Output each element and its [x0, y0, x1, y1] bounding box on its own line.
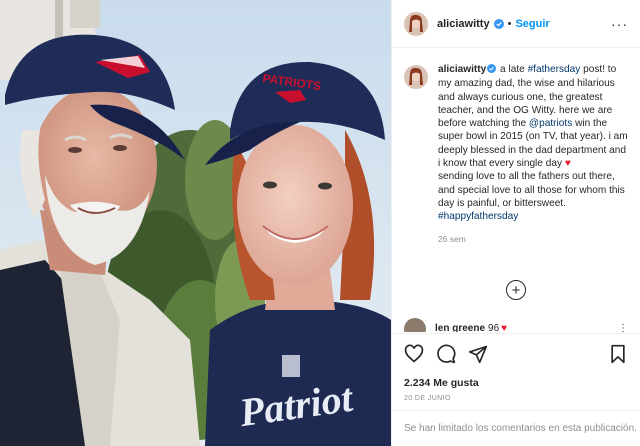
- commenter-avatar[interactable]: [404, 318, 426, 332]
- comments-limited-notice: Se han limitado los comentarios en esta …: [392, 410, 640, 446]
- verified-badge-icon: [487, 64, 497, 77]
- caption-timestamp: 26 sem: [438, 233, 466, 244]
- comment-more-icon[interactable]: ⋮: [618, 323, 628, 333]
- post-photo[interactable]: Patriot PATRIOTS: [0, 0, 391, 446]
- author-username[interactable]: aliciawitty: [437, 18, 490, 30]
- separator-dot: •: [507, 17, 512, 30]
- like-heart-icon[interactable]: [402, 342, 426, 366]
- save-bookmark-icon[interactable]: [606, 342, 630, 366]
- caption-text-4: sending love to all the fathers out ther…: [438, 171, 625, 209]
- post-caption: aliciawitty a late #fathersday post! to …: [438, 63, 628, 224]
- more-options-icon[interactable]: ···: [611, 16, 628, 32]
- post-side-panel: aliciawitty • Seguir ··· aliciawitty a l…: [391, 0, 640, 446]
- caption-username[interactable]: aliciawitty: [438, 64, 486, 75]
- comment-bubble-icon[interactable]: [434, 342, 458, 366]
- author-avatar[interactable]: [404, 11, 428, 36]
- red-heart-emoji: ♥: [564, 158, 571, 170]
- caption-text-1: a late: [497, 64, 528, 75]
- father-daughter-selfie-image: Patriot PATRIOTS: [0, 0, 391, 446]
- hashtag-happyfathersday-link[interactable]: #happyfathersday: [438, 211, 518, 222]
- post-header: aliciawitty • Seguir ···: [392, 0, 640, 48]
- caption-section: aliciawitty a late #fathersday post! to …: [392, 49, 640, 309]
- comment-item: len greene 96 ♥ ⋮: [404, 318, 628, 332]
- follow-button[interactable]: Seguir: [515, 18, 549, 30]
- share-paper-plane-icon[interactable]: [466, 342, 490, 366]
- post-actions-bar: [392, 333, 640, 373]
- comment-heart-emoji: ♥: [501, 322, 508, 333]
- mention-patriots-link[interactable]: @patriots: [529, 118, 572, 129]
- verified-badge-icon: [493, 18, 504, 29]
- load-more-comments-icon[interactable]: +: [506, 280, 526, 300]
- comment-text: 96: [488, 322, 500, 333]
- post-date: 20 DE JUNIO: [404, 395, 451, 402]
- commenter-username[interactable]: len greene: [435, 323, 485, 333]
- caption-author-avatar[interactable]: [404, 65, 428, 89]
- likes-count[interactable]: 2.234 Me gusta: [404, 377, 479, 389]
- hashtag-fathersday-link[interactable]: #fathersday: [528, 64, 581, 75]
